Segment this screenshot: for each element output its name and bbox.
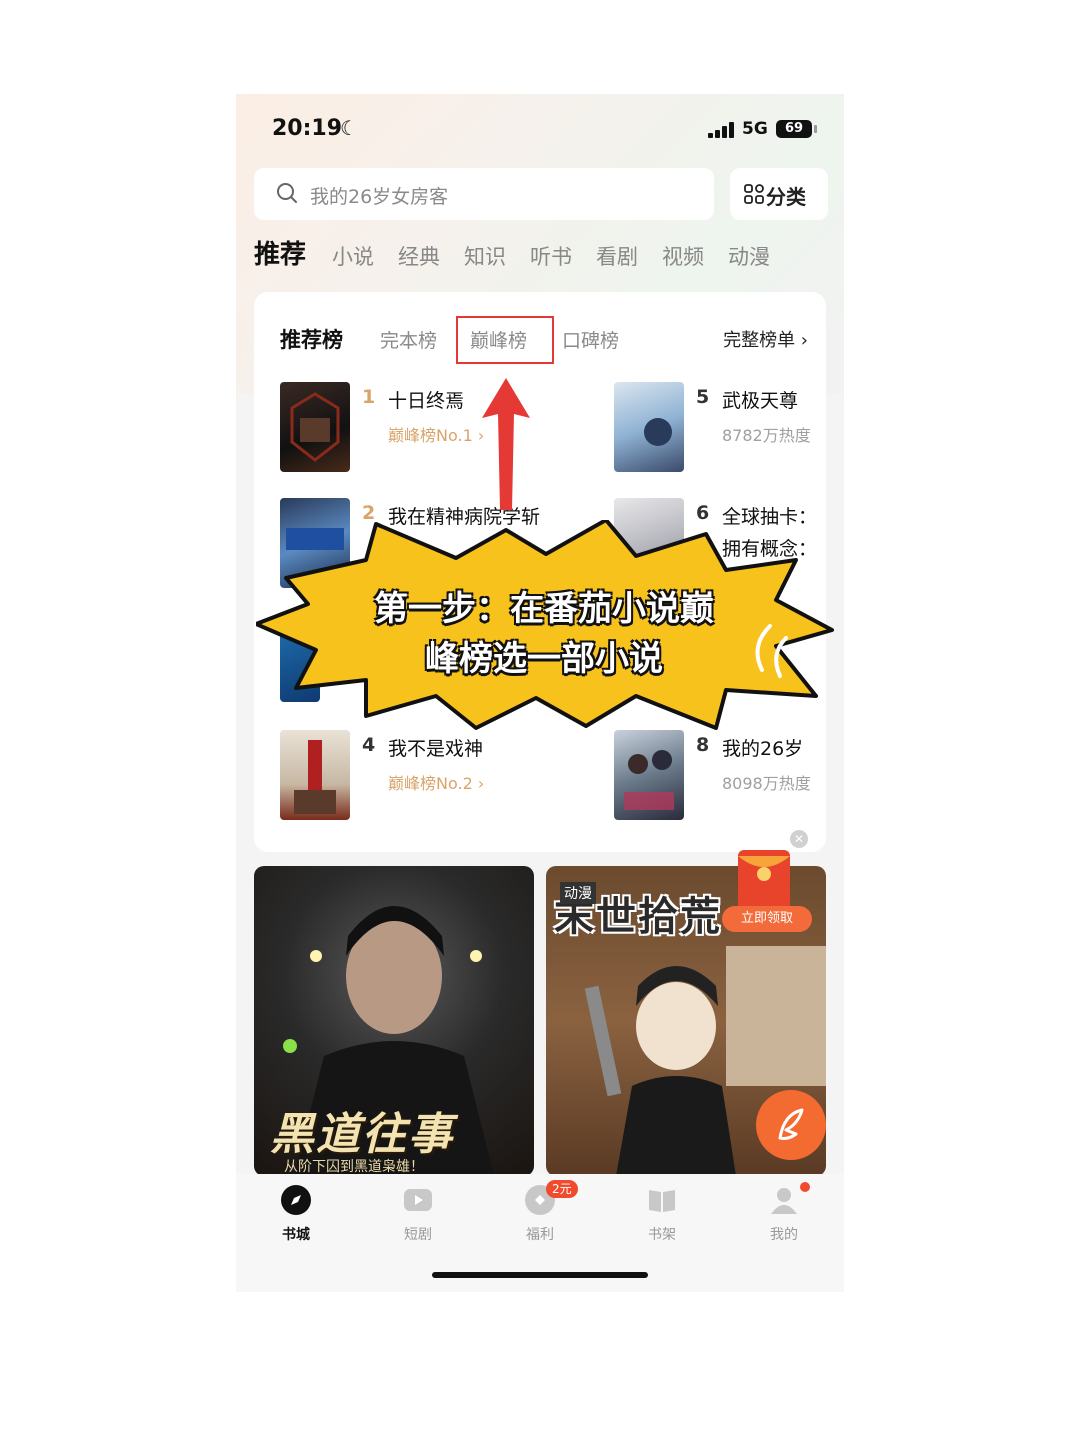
nav-label: 福利 (526, 1227, 554, 1243)
tab-anime[interactable]: 动漫 (728, 241, 770, 271)
book-title: 我不是戏神 (388, 738, 484, 760)
rank-tab-reputation[interactable]: 口碑榜 (562, 326, 619, 353)
network-label: 5G (742, 119, 768, 139)
notification-dot (800, 1182, 810, 1192)
rank-tab-complete[interactable]: 完本榜 (380, 326, 437, 353)
claim-now-button[interactable]: 立即领取 (722, 906, 812, 932)
write-fab[interactable] (756, 1090, 826, 1160)
signal-icon (708, 122, 736, 138)
book-subtitle: 巅峰榜No.1 › (388, 426, 485, 445)
nav-label: 书城 (282, 1227, 310, 1243)
search-bar[interactable]: 我的26岁女房客 (254, 168, 714, 220)
nav-label: 我的 (770, 1227, 798, 1243)
book-item[interactable]: 8 我的26岁 8098万热度 (614, 730, 826, 826)
nav-bookstore[interactable]: 书城 (256, 1184, 336, 1254)
book-cover (614, 730, 684, 820)
nav-label: 短剧 (404, 1227, 432, 1243)
tab-video[interactable]: 视频 (662, 241, 704, 271)
grid-icon (744, 184, 764, 204)
peak-tab-highlight (456, 316, 554, 364)
instruction-text: 第一步：在番茄小说巅 峰榜选一部小说 (354, 584, 734, 684)
tab-recommend[interactable]: 推荐 (254, 234, 306, 271)
book-cover (614, 382, 684, 472)
tab-audiobook[interactable]: 听书 (530, 241, 572, 271)
category-button[interactable]: 分类 (730, 168, 828, 220)
battery-tip (814, 125, 817, 133)
book-item[interactable]: 4 我不是戏神 巅峰榜No.2 › (280, 730, 550, 826)
status-bar: 20:19 ☾ 5G 69 (236, 112, 844, 148)
nav-short-drama[interactable]: 短剧 (378, 1184, 458, 1254)
cover-art (290, 392, 340, 462)
cover-art (294, 740, 336, 814)
full-list-link[interactable]: 完整榜单 › (723, 326, 808, 352)
tab-knowledge[interactable]: 知识 (464, 241, 506, 271)
book-title: 我的26岁 (722, 738, 804, 760)
battery-icon: 69 (776, 120, 812, 138)
banner-left[interactable]: 黑道往事 从阶下囚到黑道枭雄！ (254, 866, 534, 1176)
search-icon (277, 183, 297, 203)
user-icon (771, 1188, 797, 1214)
book-title: 武极天尊 (722, 390, 799, 412)
compass-icon (281, 1185, 311, 1215)
rank-number: 4 (362, 734, 376, 756)
book-cover (280, 382, 350, 472)
book-subtitle: 8782万热度 (722, 426, 811, 445)
instruction-overlay: 第一步：在番茄小说巅 峰榜选一部小说 (254, 518, 836, 730)
home-indicator (432, 1272, 648, 1278)
nav-bookshelf[interactable]: 书架 (622, 1184, 702, 1254)
channel-tabs: 推荐 小说 经典 知识 听书 看剧 视频 动漫 (254, 234, 844, 278)
tab-novel[interactable]: 小说 (332, 241, 374, 271)
rank-number: 1 (362, 386, 376, 408)
rank-number: 5 (696, 386, 710, 408)
play-icon (404, 1189, 432, 1211)
rank-number: 8 (696, 734, 710, 756)
search-placeholder: 我的26岁女房客 (310, 186, 449, 208)
book-item[interactable]: 5 武极天尊 8782万热度 (614, 382, 826, 478)
moon-icon: ☾ (340, 116, 358, 140)
banner-right-tag: 动漫 (560, 882, 596, 904)
category-label: 分类 (766, 185, 806, 209)
book-subtitle: 巅峰榜No.2 › (388, 774, 485, 793)
close-icon[interactable]: ✕ (790, 830, 808, 848)
book-title: 十日终焉 (388, 390, 465, 412)
arrow-up-icon (482, 378, 530, 510)
banner-left-subtitle: 从阶下囚到黑道枭雄！ (284, 1159, 424, 1175)
status-time: 20:19 (272, 116, 343, 141)
tab-classic[interactable]: 经典 (398, 241, 440, 271)
tab-drama[interactable]: 看剧 (596, 241, 638, 271)
nav-profile[interactable]: 我的 (744, 1182, 824, 1254)
book-subtitle: 8098万热度 (722, 774, 811, 793)
welfare-badge: 2元 (546, 1180, 578, 1198)
book-cover (280, 730, 350, 820)
cover-art (624, 750, 674, 810)
nav-label: 书架 (648, 1227, 676, 1243)
instruction-line-2: 峰榜选一部小说 (425, 639, 663, 679)
rank-tab-recommend[interactable]: 推荐榜 (280, 324, 343, 354)
instruction-line-1: 第一步：在番茄小说巅 (374, 589, 714, 629)
book-open-icon (649, 1190, 675, 1212)
cover-art (644, 418, 672, 446)
banner-left-title: 黑道往事 (270, 1109, 454, 1160)
nav-welfare[interactable]: 2元 福利 (500, 1180, 580, 1254)
quill-icon (778, 1108, 804, 1140)
